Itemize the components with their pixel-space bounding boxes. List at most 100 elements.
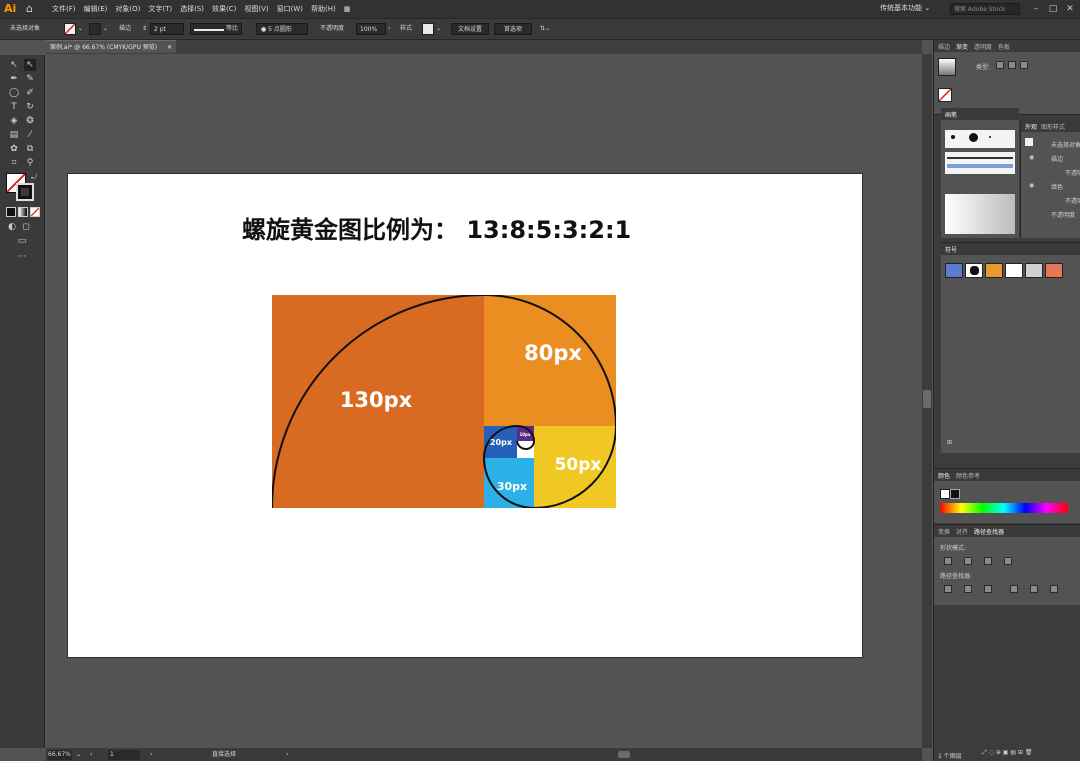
tab-graphic-styles[interactable]: 图形样式 — [1041, 122, 1065, 131]
ellipse-tool-icon[interactable]: ◯ — [8, 87, 20, 99]
color-mode-icon[interactable] — [6, 207, 16, 217]
minus-back-icon[interactable] — [1050, 585, 1058, 593]
fill-swatch[interactable] — [64, 23, 76, 35]
unite-icon[interactable] — [944, 557, 952, 565]
arrange-icon[interactable]: ⇅⌄ — [540, 23, 550, 35]
menu-file[interactable]: 文件(F) — [52, 4, 76, 14]
tab-transform[interactable]: 变换 — [938, 527, 950, 536]
eraser-tool-icon[interactable]: ◈ — [8, 115, 20, 127]
none-mode-icon[interactable] — [30, 207, 40, 217]
next-artboard-icon[interactable]: › — [150, 750, 152, 760]
tab-pathfinder[interactable]: 路径查找器 — [974, 527, 1004, 536]
draw-inside-icon[interactable]: ◻ — [20, 221, 32, 233]
close-tab-icon[interactable]: ✕ — [167, 41, 176, 54]
crop-icon[interactable] — [1010, 585, 1018, 593]
gradient-tool-icon[interactable]: ▤ — [8, 129, 20, 141]
freeform-gradient-icon[interactable] — [1020, 61, 1028, 69]
tab-symbols[interactable]: 符号 — [945, 245, 957, 254]
color-black-icon[interactable] — [950, 489, 960, 499]
minus-front-icon[interactable] — [964, 557, 972, 565]
symbol-splat[interactable] — [965, 263, 983, 278]
tab-appearance[interactable]: 外观 — [1025, 122, 1037, 131]
document-tab[interactable]: 案例.ai* @ 66.67% (CMYK/GPU 预览) ✕ — [46, 40, 176, 53]
symbol-flower[interactable] — [1045, 263, 1063, 278]
selection-tool-icon[interactable]: ↖ — [8, 59, 20, 71]
stroke-profile-dropdown[interactable]: 等比 — [190, 23, 242, 35]
horizontal-scrollbar-thumb[interactable] — [618, 751, 630, 758]
outline-icon[interactable] — [1030, 585, 1038, 593]
gradient-mode-icon[interactable] — [18, 207, 28, 217]
tab-swatches[interactable]: 色板 — [998, 42, 1010, 51]
color-spectrum[interactable] — [940, 503, 1068, 513]
workspace-switcher[interactable]: 传统基本功能 ⌄ — [880, 3, 940, 15]
appearance-row-fill-opacity[interactable]: 不透明度 — [1065, 196, 1080, 205]
divide-icon[interactable] — [944, 585, 952, 593]
artboard-tool-icon[interactable]: ⌗ — [8, 157, 20, 169]
more-tools-icon[interactable]: ··· — [16, 251, 28, 263]
radial-gradient-icon[interactable] — [1008, 61, 1016, 69]
exclude-icon[interactable] — [1004, 557, 1012, 565]
trim-icon[interactable] — [964, 585, 972, 593]
menu-select[interactable]: 选择(S) — [180, 4, 204, 14]
pen-tool-icon[interactable]: ✒ — [8, 73, 20, 85]
stock-search-input[interactable]: 搜索 Adobe Stock — [950, 3, 1020, 15]
stroke-stepper-icon[interactable]: ⇕ — [142, 23, 147, 35]
brush-presets-row[interactable] — [945, 130, 1015, 148]
menu-help[interactable]: 帮助(H) — [311, 4, 336, 14]
prev-artboard-icon[interactable]: ‹ — [90, 750, 92, 760]
zoom-level-field[interactable]: 66.67% — [48, 750, 72, 760]
rotate-tool-icon[interactable]: ↻ — [24, 101, 36, 113]
appearance-row-object-opacity[interactable]: 不透明度 — [1051, 210, 1075, 219]
menu-edit[interactable]: 编辑(E) — [84, 4, 108, 14]
document-setup-button[interactable]: 文档设置 — [451, 23, 489, 35]
eye-icon[interactable]: ◉ — [1029, 182, 1034, 189]
arrange-documents-icon[interactable]: ▦ — [344, 5, 351, 13]
close-icon[interactable]: ✕ — [1064, 3, 1076, 15]
paintbrush-tool-icon[interactable]: ✐ — [24, 87, 36, 99]
color-none-icon[interactable] — [940, 489, 950, 499]
zoom-dropdown-chevron-icon[interactable]: ⌄ — [76, 750, 81, 760]
symbol-frame[interactable] — [1005, 263, 1023, 278]
menu-type[interactable]: 文字(T) — [148, 4, 172, 14]
stroke-dropdown-chevron-icon[interactable]: ⌄ — [103, 23, 108, 35]
symbol-orange-ball[interactable] — [985, 263, 1003, 278]
stroke-color-box[interactable] — [16, 183, 34, 201]
style-dropdown-chevron-icon[interactable]: ⌄ — [436, 23, 441, 35]
layers-footer-icons[interactable]: ⤢ ◌ ⊕ ▣ ▤ ⊞ 🗑 — [982, 749, 1033, 757]
screen-mode-icon[interactable]: ▭ — [16, 235, 28, 247]
appearance-row-stroke[interactable]: 描边 — [1051, 154, 1063, 163]
opacity-label[interactable]: 不透明度 — [320, 23, 344, 35]
minimize-icon[interactable]: – — [1030, 3, 1042, 15]
linear-gradient-icon[interactable] — [996, 61, 1004, 69]
merge-icon[interactable] — [984, 585, 992, 593]
brush-dot-large[interactable] — [969, 133, 978, 142]
artboard-headline[interactable]: 螺旋黄金图比例为： 13:8:5:3:2:1 — [242, 210, 682, 244]
zoom-tool-icon[interactable]: ⚲ — [24, 157, 36, 169]
brush-dot-small[interactable] — [951, 135, 955, 139]
type-tool-icon[interactable]: T — [8, 101, 20, 113]
menu-view[interactable]: 视图(V) — [244, 4, 268, 14]
swap-fill-stroke-icon[interactable]: ⤾ — [28, 171, 40, 183]
artboard-number-field[interactable]: 1 — [108, 750, 140, 760]
eyedropper-tool-icon[interactable]: ⁄ — [24, 129, 36, 141]
tab-gradient[interactable]: 渐变 — [956, 42, 968, 51]
maximize-icon[interactable]: □ — [1047, 3, 1059, 15]
style-swatch[interactable] — [422, 23, 434, 35]
brush-dot-tiny[interactable] — [989, 136, 991, 138]
drawing-mode-icon[interactable]: ◐ — [6, 221, 18, 233]
menu-window[interactable]: 窗口(W) — [277, 4, 303, 14]
gradient-preview[interactable] — [938, 58, 956, 76]
eye-icon[interactable]: ◉ — [1029, 154, 1034, 161]
stroke-label[interactable]: 描边 — [119, 23, 131, 35]
stroke-weight-field[interactable]: 2 pt — [150, 23, 184, 35]
tab-transparency[interactable]: 透明度 — [974, 42, 992, 51]
golden-spiral-graphic[interactable]: 130px 80px 50px 30px 20px 10px — [272, 295, 616, 508]
symbol-sprayer-tool-icon[interactable]: ✿ — [8, 143, 20, 155]
direct-selection-tool-icon[interactable]: ↖ — [24, 59, 36, 71]
opacity-field[interactable]: 100% — [356, 23, 386, 35]
status-menu-icon[interactable]: › — [286, 750, 288, 760]
opacity-arrow-icon[interactable]: › — [388, 23, 390, 35]
stroke-swatch[interactable] — [89, 23, 101, 35]
tab-color-guide[interactable]: 颜色参考 — [956, 471, 980, 480]
curvature-tool-icon[interactable]: ✎ — [24, 73, 36, 85]
